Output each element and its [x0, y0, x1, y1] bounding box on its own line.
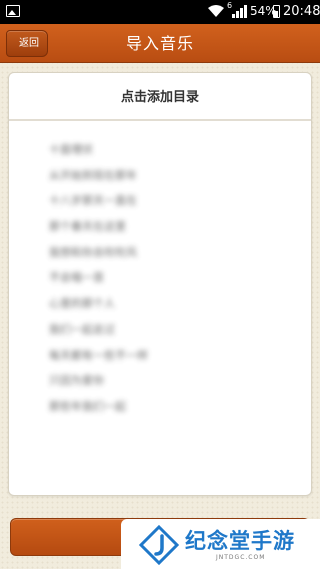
watermark: 纪念堂手游 JNTDGC.COM	[121, 519, 320, 569]
song-list: 十面埋伏 从开始到现在那年 十八岁那天一直在 那个春天在这里 我想和你去吹吹风 …	[49, 141, 289, 424]
title-bar: 导入音乐 返回	[0, 24, 320, 63]
list-item[interactable]: 每天都有一些不一样	[49, 347, 289, 373]
list-item[interactable]: 心里的那个人	[49, 295, 289, 321]
list-item[interactable]: 只因为爱你	[49, 372, 289, 398]
status-bar: 6 54% 20:48	[0, 0, 320, 24]
signal-icon	[232, 5, 247, 18]
music-directory-panel: 点击添加目录 十面埋伏 从开始到现在那年 十八岁那天一直在 那个春天在这里 我想…	[8, 72, 312, 496]
back-button[interactable]: 返回	[6, 30, 48, 57]
divider	[9, 119, 311, 121]
list-item[interactable]: 我们一起走过	[49, 321, 289, 347]
list-item[interactable]: 不会唱一首	[49, 269, 289, 295]
page-title: 导入音乐	[125, 34, 194, 53]
list-item[interactable]: 那些年我们一起	[49, 398, 289, 424]
battery-icon	[273, 5, 280, 18]
clock: 20:48	[283, 4, 320, 19]
watermark-text: 纪念堂手游	[185, 529, 295, 553]
list-item[interactable]: 十面埋伏	[49, 141, 289, 167]
site-logo-icon	[139, 525, 179, 565]
list-item[interactable]: 我想和你去吹吹风	[49, 244, 289, 270]
list-item[interactable]: 十八岁那天一直在	[49, 192, 289, 218]
add-directory-button[interactable]: 点击添加目录	[9, 73, 311, 119]
watermark-subtext: JNTDGC.COM	[216, 554, 266, 561]
wifi-icon	[208, 5, 224, 17]
list-item[interactable]: 那个春天在这里	[49, 218, 289, 244]
gallery-icon	[6, 5, 20, 17]
list-item[interactable]: 从开始到现在那年	[49, 167, 289, 193]
